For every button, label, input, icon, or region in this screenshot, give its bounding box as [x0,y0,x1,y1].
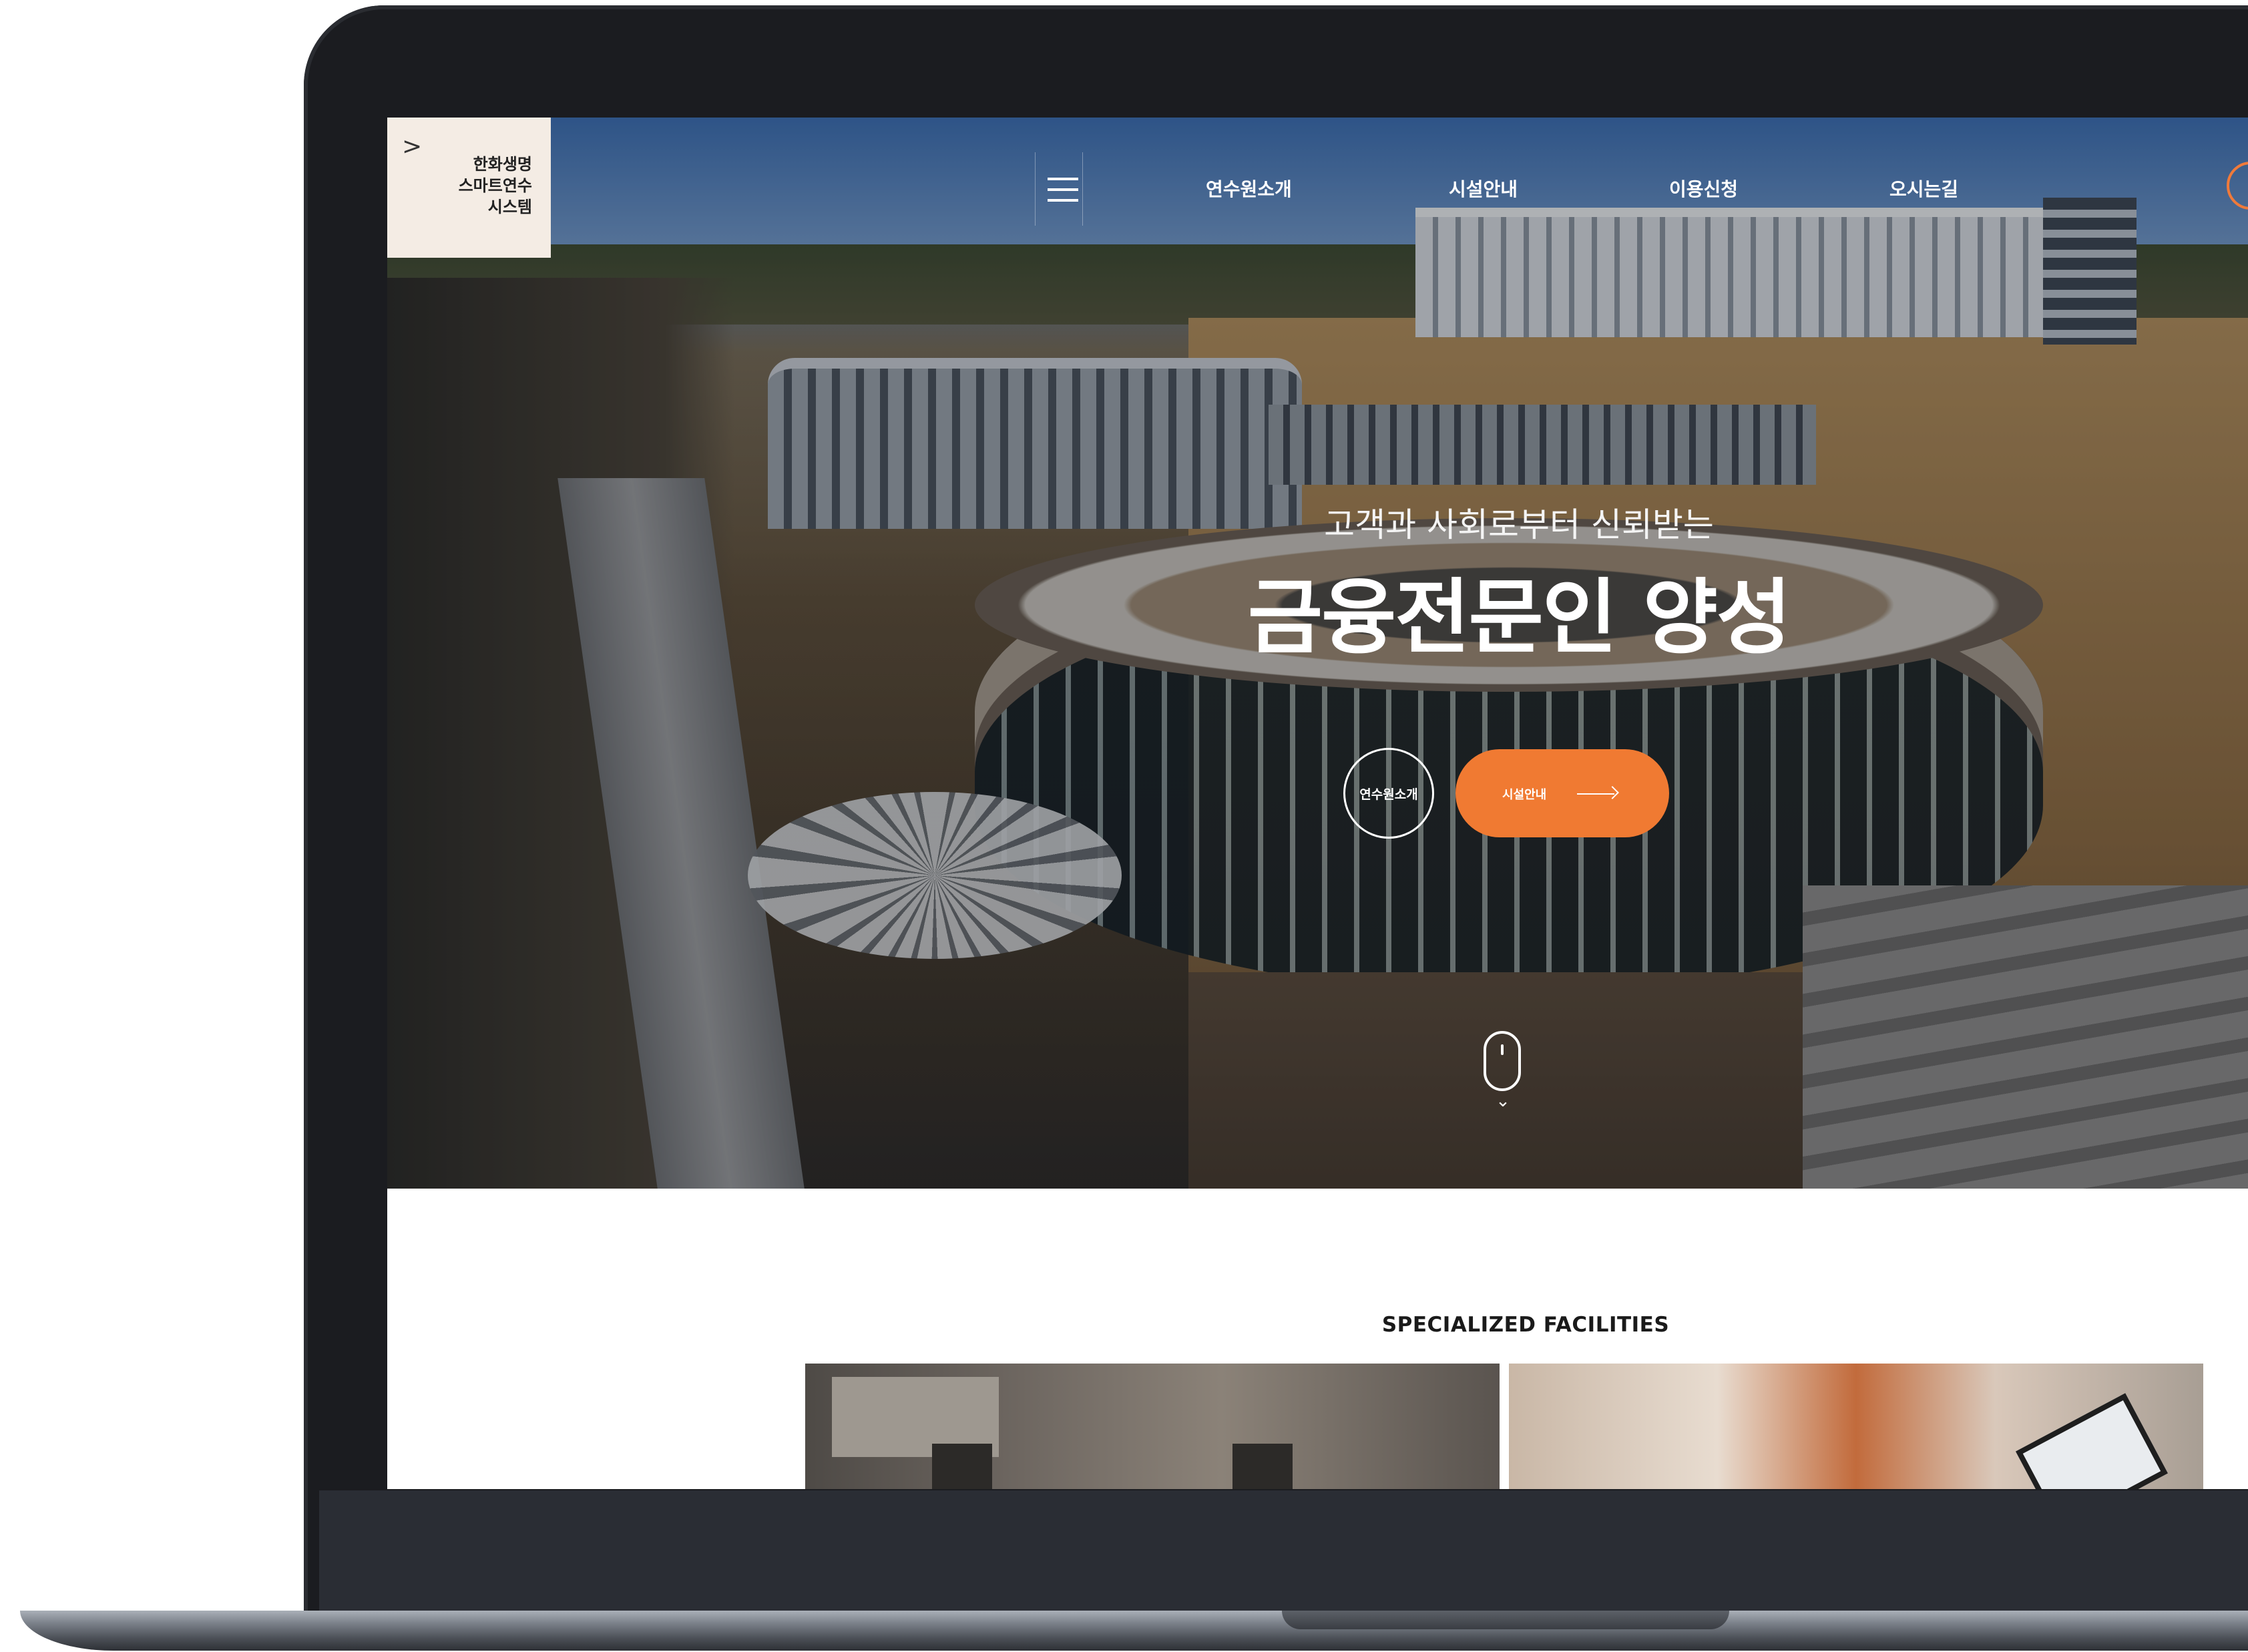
facilities-button[interactable]: 시설안내 [1455,749,1669,837]
intro-button-label: 연수원소개 [1359,787,1418,802]
site-logo[interactable]: > 한화생명 스마트연수 시스템 [387,118,551,258]
nav-item-facilities[interactable]: 시설안내 [1449,175,1518,202]
hamburger-icon [1048,178,1078,180]
facility-card-lecture[interactable] [805,1364,1500,1489]
laptop-notch [1282,1611,1729,1629]
chevron-right-icon[interactable]: > [402,135,422,159]
laptop-bezel-bottom [319,1490,2248,1611]
arrow-right-icon [1606,786,1619,799]
website-screen: > 한화생명 스마트연수 시스템 연수원소개 시설안내 이용신청 오시는길 고객… [387,118,2248,1489]
hero-title: 금융전문인 양성 [1247,570,1791,665]
nav-item-apply[interactable]: 이용신청 [1669,175,1738,202]
hamburger-menu-button[interactable] [1035,152,1083,226]
card-image-chair [932,1444,992,1489]
hero-subtitle: 고객과 사회로부터 신뢰받는 [1324,505,1714,544]
chevron-down-icon: ⌄ [1496,1091,1510,1111]
hamburger-icon [1048,199,1078,202]
hero-banner: > 한화생명 스마트연수 시스템 연수원소개 시설안내 이용신청 오시는길 고객… [387,118,2248,1189]
logo-text: 한화생명 스마트연수 시스템 [458,155,532,216]
nav-item-directions[interactable]: 오시는길 [1889,175,1958,202]
card-image-chair [1232,1444,1293,1489]
hamburger-icon [1048,188,1078,191]
card-image-tablet [2015,1393,2169,1489]
laptop-base [20,1611,2248,1651]
intro-button[interactable]: 연수원소개 [1343,748,1434,839]
facility-card-tablet[interactable] [1509,1364,2203,1489]
facilities-button-label: 시설안내 [1502,788,1547,802]
section-title: SPECIALIZED FACILITIES [1381,1313,1670,1337]
mouse-scroll-icon[interactable] [1484,1031,1521,1091]
nav-item-intro[interactable]: 연수원소개 [1206,175,1292,202]
